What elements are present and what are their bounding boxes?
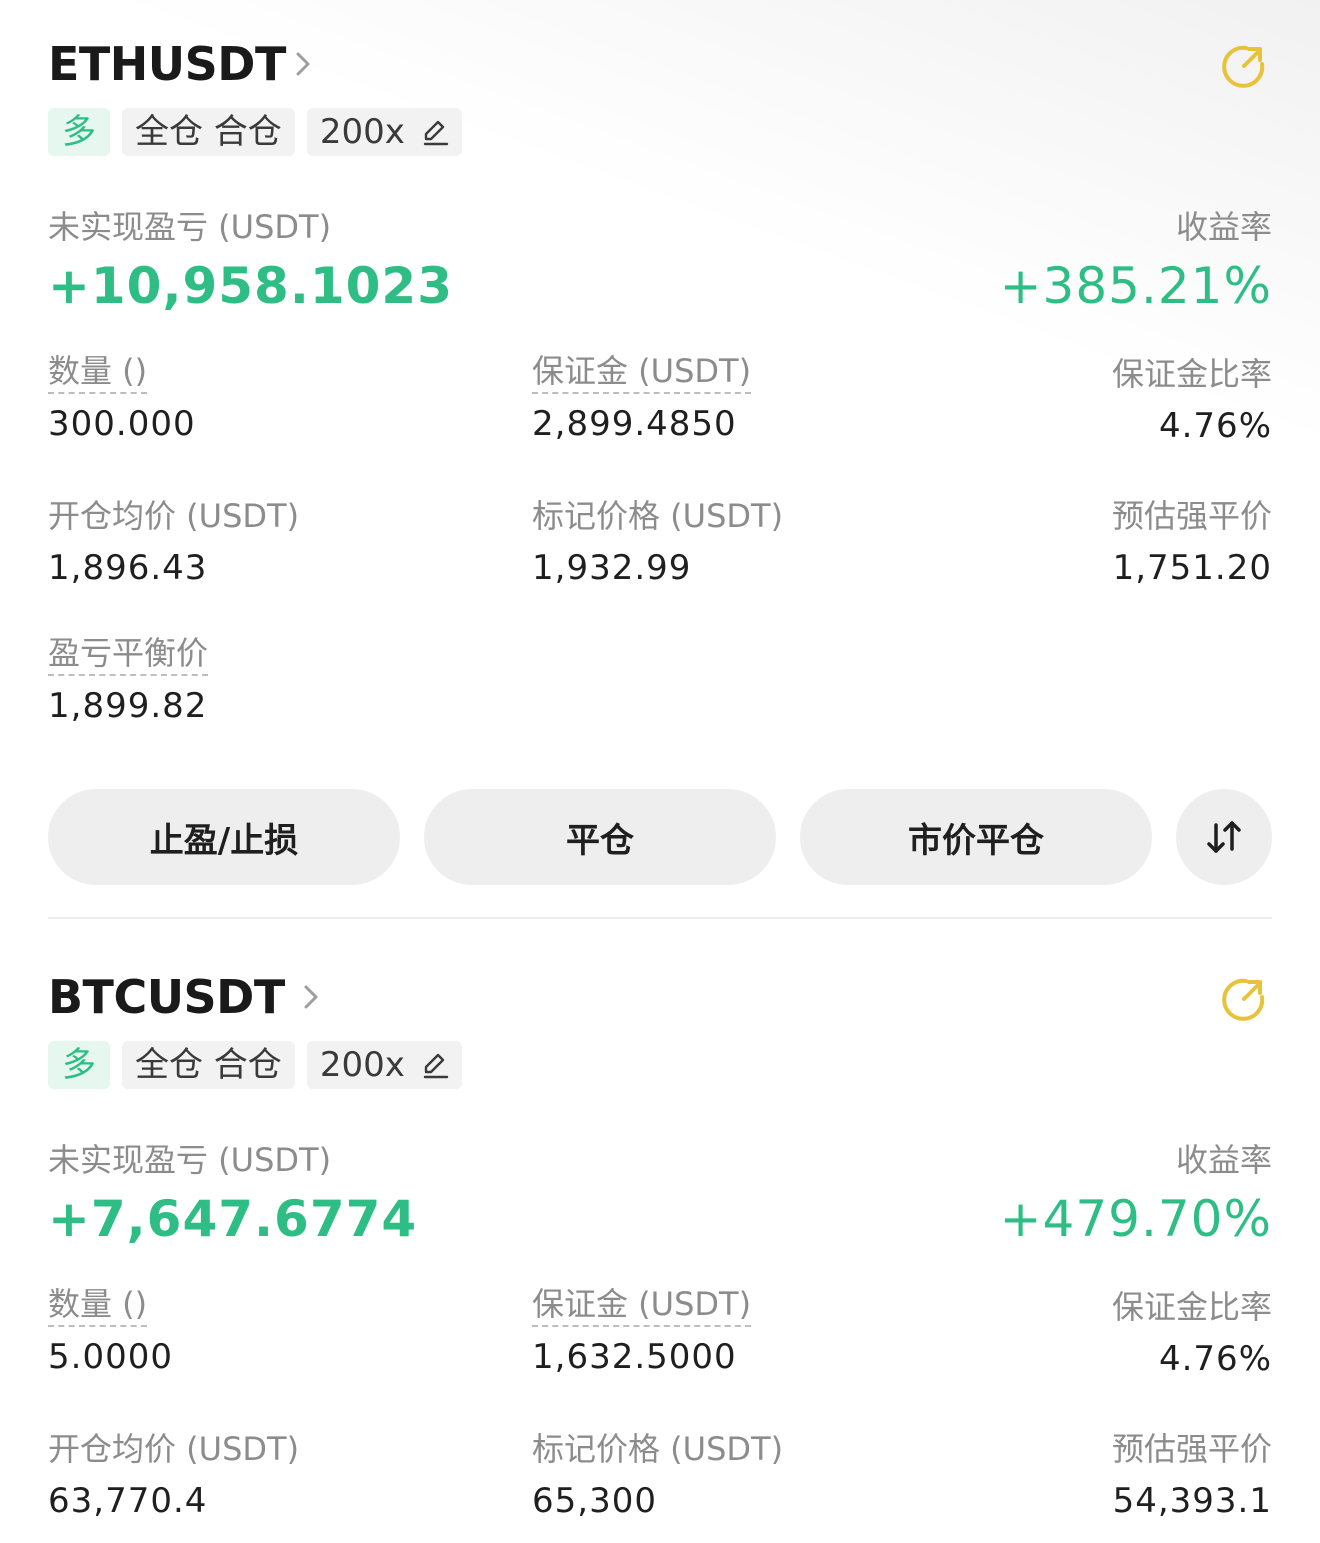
- entry-price-value: 1,896.43: [48, 548, 208, 588]
- margin-ratio-label: 保证金比率: [1111, 355, 1272, 393]
- position-tags: 多 全仓 合仓 200x: [48, 108, 462, 156]
- quantity-value: 5.0000: [48, 1337, 173, 1377]
- unrealized-pnl-label: 未实现盈亏 (USDT): [48, 208, 332, 246]
- quantity-label[interactable]: 数量 (): [48, 1285, 148, 1327]
- liq-price-label: 预估强平价: [1111, 497, 1272, 535]
- symbol-name[interactable]: BTCUSDT: [48, 969, 285, 1025]
- margin-mode-badge: 全仓 合仓: [122, 108, 295, 156]
- liq-price-label: 预估强平价: [1111, 1430, 1272, 1468]
- liq-price-value: 1,751.20: [1112, 548, 1272, 588]
- edit-icon[interactable]: [421, 118, 449, 146]
- liq-price-value: 54,393.1: [1112, 1481, 1272, 1521]
- breakeven-label[interactable]: 盈亏平衡价: [48, 634, 209, 676]
- position-header: BTCUSDT: [48, 969, 1272, 1029]
- side-badge: 多: [48, 108, 110, 156]
- margin-ratio-label: 保证金比率: [1111, 1288, 1272, 1326]
- breakeven-value: 1,899.82: [48, 686, 208, 726]
- margin-ratio-value: 4.76%: [1158, 1339, 1272, 1379]
- margin-value: 2,899.4850: [532, 404, 737, 444]
- margin-value: 1,632.5000: [532, 1337, 737, 1377]
- symbol-name[interactable]: ETHUSDT: [48, 36, 286, 92]
- share-icon[interactable]: [1220, 977, 1266, 1023]
- chevron-right-icon[interactable]: [300, 975, 324, 1015]
- leverage-value: 200x: [319, 1045, 405, 1085]
- quantity-label[interactable]: 数量 (): [48, 352, 148, 394]
- swap-arrows-icon: [1207, 821, 1241, 853]
- margin-ratio-field: 保证金比率 4.76%: [1112, 352, 1272, 450]
- quantity-field: 数量 () 300.000: [48, 352, 196, 448]
- mark-price-value: 1,932.99: [532, 548, 692, 588]
- margin-label[interactable]: 保证金 (USDT): [532, 1285, 752, 1327]
- mark-price-field: 标记价格 (USDT) 1,932.99: [532, 494, 783, 592]
- entry-price-value: 63,770.4: [48, 1481, 208, 1521]
- entry-price-label: 开仓均价 (USDT): [48, 497, 300, 535]
- leverage-badge[interactable]: 200x: [306, 108, 462, 156]
- margin-mode-badge: 全仓 合仓: [122, 1041, 295, 1089]
- quantity-value: 300.000: [48, 404, 196, 444]
- mark-price-value: 65,300: [532, 1481, 657, 1521]
- roe-label: 收益率: [1175, 208, 1272, 246]
- breakeven-field: 盈亏平衡价 1,899.82: [48, 634, 209, 730]
- mark-price-label: 标记价格 (USDT): [532, 497, 784, 535]
- market-close-button[interactable]: 市价平仓: [800, 789, 1152, 885]
- tpsl-button[interactable]: 止盈/止损: [48, 789, 400, 885]
- chevron-right-icon[interactable]: [292, 42, 316, 82]
- leverage-badge[interactable]: 200x: [306, 1041, 462, 1089]
- entry-price-field: 开仓均价 (USDT) 1,896.43: [48, 494, 299, 592]
- leverage-value: 200x: [319, 112, 405, 152]
- roe-value: +479.70%: [999, 1190, 1272, 1248]
- mark-price-label: 标记价格 (USDT): [532, 1430, 784, 1468]
- close-button[interactable]: 平仓: [424, 789, 776, 885]
- unrealized-pnl-value: +10,958.1023: [48, 257, 453, 315]
- unrealized-pnl-value: +7,647.6774: [48, 1190, 418, 1248]
- mark-price-field: 标记价格 (USDT) 65,300: [532, 1427, 783, 1525]
- roe-value: +385.21%: [999, 257, 1272, 315]
- reverse-position-button[interactable]: [1176, 789, 1272, 885]
- liq-price-field: 预估强平价 54,393.1: [1112, 1427, 1272, 1525]
- liq-price-field: 预估强平价 1,751.20: [1112, 494, 1272, 592]
- position-actions: 止盈/止损 平仓 市价平仓: [48, 789, 1272, 885]
- entry-price-label: 开仓均价 (USDT): [48, 1430, 300, 1468]
- unrealized-pnl-label: 未实现盈亏 (USDT): [48, 1141, 332, 1179]
- entry-price-field: 开仓均价 (USDT) 63,770.4: [48, 1427, 299, 1525]
- position-tags: 多 全仓 合仓 200x: [48, 1041, 462, 1089]
- share-icon[interactable]: [1220, 44, 1266, 90]
- quantity-field: 数量 () 5.0000: [48, 1285, 173, 1381]
- position-header: ETHUSDT: [48, 36, 1272, 96]
- divider: [48, 917, 1272, 919]
- margin-ratio-value: 4.76%: [1158, 406, 1272, 446]
- margin-field: 保证金 (USDT) 1,632.5000: [532, 1285, 752, 1381]
- roe-label: 收益率: [1175, 1141, 1272, 1179]
- margin-ratio-field: 保证金比率 4.76%: [1112, 1285, 1272, 1383]
- side-badge: 多: [48, 1041, 110, 1089]
- margin-label[interactable]: 保证金 (USDT): [532, 352, 752, 394]
- edit-icon[interactable]: [421, 1051, 449, 1079]
- margin-field: 保证金 (USDT) 2,899.4850: [532, 352, 752, 448]
